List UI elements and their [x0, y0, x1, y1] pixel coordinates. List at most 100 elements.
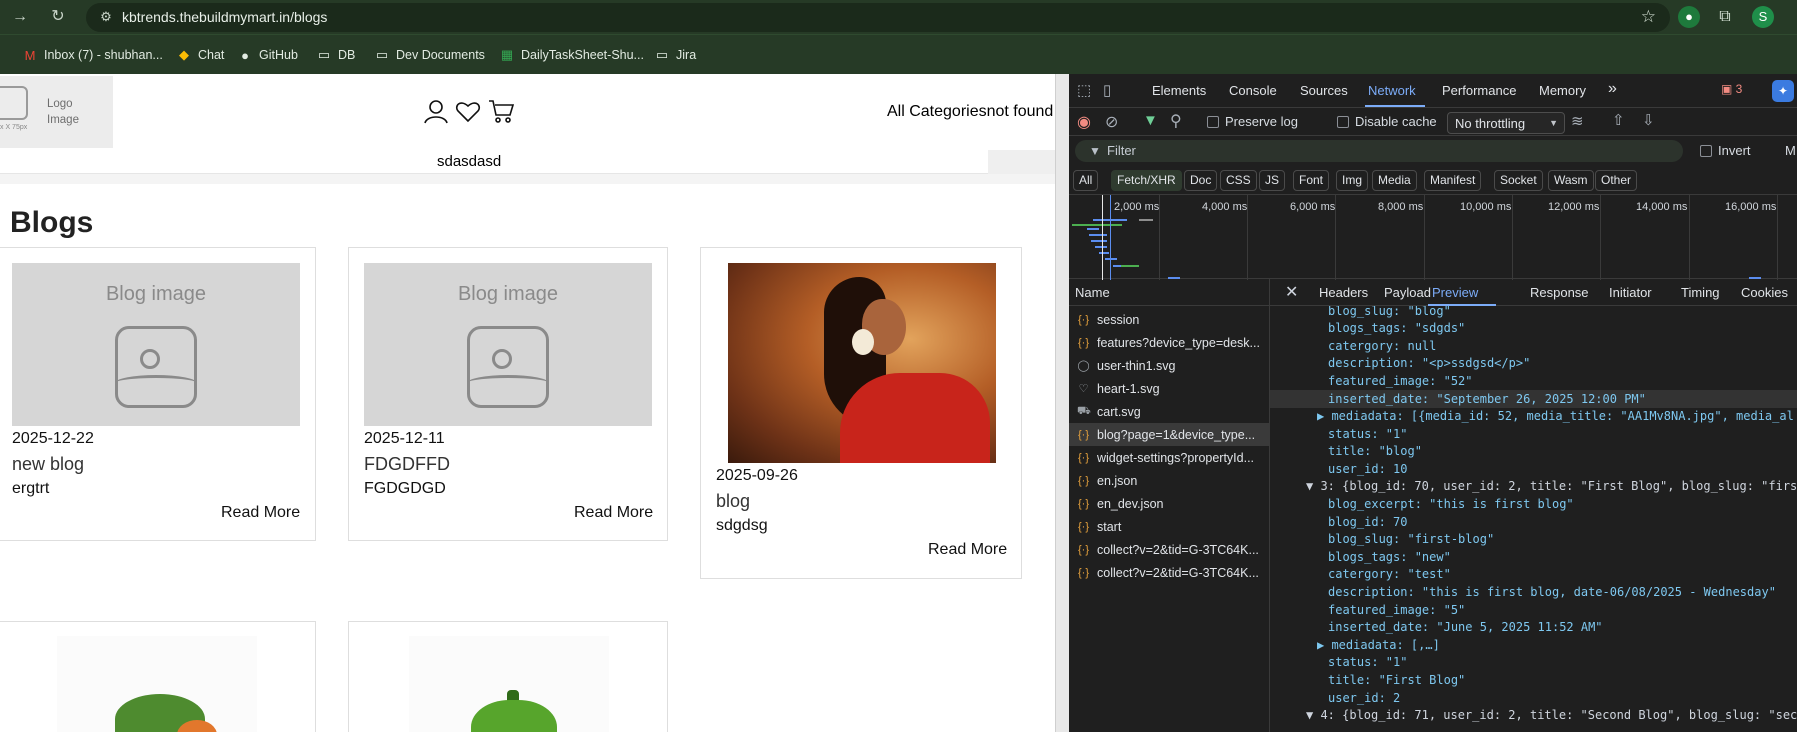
request-row[interactable]: ◯ user-thin1.svg — [1069, 354, 1270, 377]
ai-assistance-icon[interactable]: ✦ — [1772, 80, 1794, 102]
tab-preview[interactable]: Preview — [1432, 285, 1478, 300]
search-icon[interactable]: ⚲ — [1170, 111, 1182, 131]
bookmark-db[interactable]: ▭ DB — [316, 46, 356, 64]
type-filter-css[interactable]: CSS — [1220, 170, 1257, 191]
json-line[interactable]: blogs_tags: "sdgds" — [1270, 319, 1797, 337]
blog-card[interactable]: 2025-09-26 blog sdgdsg Read More — [700, 247, 1022, 579]
type-filter-all[interactable]: All — [1073, 170, 1099, 191]
request-row[interactable]: {·} collect?v=2&tid=G-3TC64K... — [1069, 538, 1270, 561]
json-line[interactable]: ▼ 3: {blog_id: 70, user_id: 2, title: "F… — [1270, 477, 1797, 495]
extensions-puzzle-icon[interactable]: ⧉ — [1714, 6, 1736, 28]
reload-icon[interactable]: ↻ — [46, 5, 70, 29]
bookmark-gmail[interactable]: M Inbox (7) - shubhan... — [22, 46, 163, 64]
type-filter-wasm[interactable]: Wasm — [1548, 170, 1594, 191]
request-row[interactable]: {·} widget-settings?propertyId... — [1069, 446, 1270, 469]
record-stop-icon[interactable]: ◉ — [1077, 112, 1091, 132]
type-filter-media[interactable]: Media — [1372, 170, 1417, 191]
tab-elements[interactable]: Elements — [1152, 83, 1206, 98]
device-toolbar-icon[interactable]: ▯ — [1103, 81, 1111, 99]
read-more-link[interactable]: Read More — [221, 504, 300, 522]
all-categories-menu[interactable]: All Categoriesnot found — [887, 103, 1053, 121]
type-filter-socket[interactable]: Socket — [1494, 170, 1543, 191]
json-line[interactable]: inserted_date: "September 26, 2025 12:00… — [1270, 390, 1797, 408]
json-line[interactable]: user_id: 2 — [1270, 689, 1797, 707]
bookmark-star-icon[interactable]: ☆ — [1641, 7, 1656, 27]
tab-sources[interactable]: Sources — [1300, 83, 1348, 98]
preserve-log-checkbox[interactable] — [1207, 116, 1219, 128]
type-filter-doc[interactable]: Doc — [1184, 170, 1218, 191]
inspect-element-icon[interactable]: ⬚ — [1077, 81, 1091, 99]
blog-card[interactable] — [348, 621, 668, 732]
request-row[interactable]: {·} en.json — [1069, 469, 1270, 492]
tab-timing[interactable]: Timing — [1681, 285, 1720, 300]
filter-input[interactable]: ▼ Filter — [1075, 140, 1683, 162]
type-filter-img[interactable]: Img — [1336, 170, 1369, 191]
json-line[interactable]: title: "blog" — [1270, 442, 1797, 460]
site-logo[interactable]: x X 75px Logo Image — [0, 76, 113, 148]
disable-cache-checkbox[interactable] — [1337, 116, 1349, 128]
request-row[interactable]: {·} session — [1069, 308, 1270, 331]
json-line[interactable]: featured_image: "52" — [1270, 372, 1797, 390]
close-icon[interactable]: ✕ — [1285, 282, 1298, 302]
address-bar[interactable]: ⚙ kbtrends.thebuildmymart.in/blogs ☆ — [86, 3, 1670, 32]
tab-network[interactable]: Network — [1368, 83, 1416, 98]
blog-card[interactable]: Blog image 2025-12-11 FDGDFFD FGDGDGD Re… — [348, 247, 668, 541]
request-row[interactable]: ♡ heart-1.svg — [1069, 377, 1270, 400]
forward-icon[interactable]: → — [8, 5, 32, 29]
tab-response[interactable]: Response — [1530, 285, 1589, 300]
profile-avatar[interactable]: S — [1752, 6, 1774, 28]
import-har-icon[interactable]: ⇧ — [1612, 111, 1625, 129]
json-line[interactable]: title: "First Blog" — [1270, 671, 1797, 689]
json-line[interactable]: blogs_tags: "new" — [1270, 548, 1797, 566]
type-filter-font[interactable]: Font — [1293, 170, 1330, 191]
tab-cookies[interactable]: Cookies — [1741, 285, 1788, 300]
json-line[interactable]: catergory: "test" — [1270, 565, 1797, 583]
request-row[interactable]: {·} en_dev.json — [1069, 492, 1270, 515]
json-line[interactable]: featured_image: "5" — [1270, 601, 1797, 619]
json-line[interactable]: blog_slug: "blog" — [1270, 306, 1797, 320]
issues-badge[interactable]: ▣ 3 — [1721, 82, 1742, 96]
network-conditions-icon[interactable]: ≋ — [1571, 112, 1584, 130]
json-line[interactable]: ▶ mediadata: [{media_id: 52, media_title… — [1270, 407, 1797, 425]
clear-icon[interactable]: ⊘ — [1105, 112, 1118, 132]
devtools-resize-handle[interactable] — [1055, 74, 1069, 732]
bookmark-github[interactable]: ● GitHub — [237, 46, 298, 64]
tab-performance[interactable]: Performance — [1442, 83, 1516, 98]
json-line[interactable]: status: "1" — [1270, 425, 1797, 443]
tab-memory[interactable]: Memory — [1539, 83, 1586, 98]
json-line[interactable]: blog_id: 70 — [1270, 513, 1797, 531]
json-line[interactable]: inserted_date: "June 5, 2025 11:52 AM" — [1270, 618, 1797, 636]
json-line[interactable]: ▶ mediadata: [,…] — [1270, 636, 1797, 654]
tab-console[interactable]: Console — [1229, 83, 1277, 98]
request-row[interactable]: {·} start — [1069, 515, 1270, 538]
type-filter-manifest[interactable]: Manifest — [1424, 170, 1482, 191]
user-icon[interactable] — [423, 98, 449, 124]
more-filters-label[interactable]: M — [1785, 143, 1796, 158]
json-line[interactable]: user_id: 10 — [1270, 460, 1797, 478]
extension-green-icon[interactable]: ● — [1678, 6, 1700, 28]
cart-icon[interactable] — [488, 98, 515, 124]
tab-payload[interactable]: Payload — [1384, 285, 1431, 300]
network-timeline-overview[interactable]: 2,000 ms 4,000 ms 6,000 ms 8,000 ms 10,0… — [1069, 194, 1797, 280]
type-filter-js[interactable]: JS — [1259, 170, 1286, 191]
heart-icon[interactable] — [455, 98, 481, 124]
json-line[interactable]: blog_slug: "first-blog" — [1270, 530, 1797, 548]
filter-funnel-icon[interactable]: ▼ — [1143, 112, 1158, 129]
blog-title[interactable]: FDGDFFD — [364, 454, 450, 475]
blog-card[interactable]: Blog image 2025-12-22 new blog ergtrt Re… — [0, 247, 316, 541]
bookmark-daily-task-sheet[interactable]: ▦ DailyTaskSheet-Shu... — [499, 46, 644, 64]
name-column-header[interactable]: Name — [1069, 279, 1270, 306]
blog-title[interactable]: blog — [716, 491, 750, 512]
export-har-icon[interactable]: ⇩ — [1642, 111, 1655, 129]
json-line[interactable]: status: "1" — [1270, 653, 1797, 671]
json-line[interactable]: description: "<p>ssdgsd</p>" — [1270, 354, 1797, 372]
search-input[interactable]: sdasdasd — [437, 153, 501, 170]
bookmark-jira[interactable]: ▭ Jira — [654, 46, 696, 64]
json-line[interactable]: catergory: null — [1270, 337, 1797, 355]
read-more-link[interactable]: Read More — [574, 504, 653, 522]
blog-card[interactable] — [0, 621, 316, 732]
bookmark-dev-documents[interactable]: ▭ Dev Documents — [374, 46, 485, 64]
json-line[interactable]: blog_excerpt: "this is first blog" — [1270, 495, 1797, 513]
bookmark-chat[interactable]: ◆ Chat — [176, 46, 224, 64]
search-button[interactable] — [988, 150, 1055, 174]
